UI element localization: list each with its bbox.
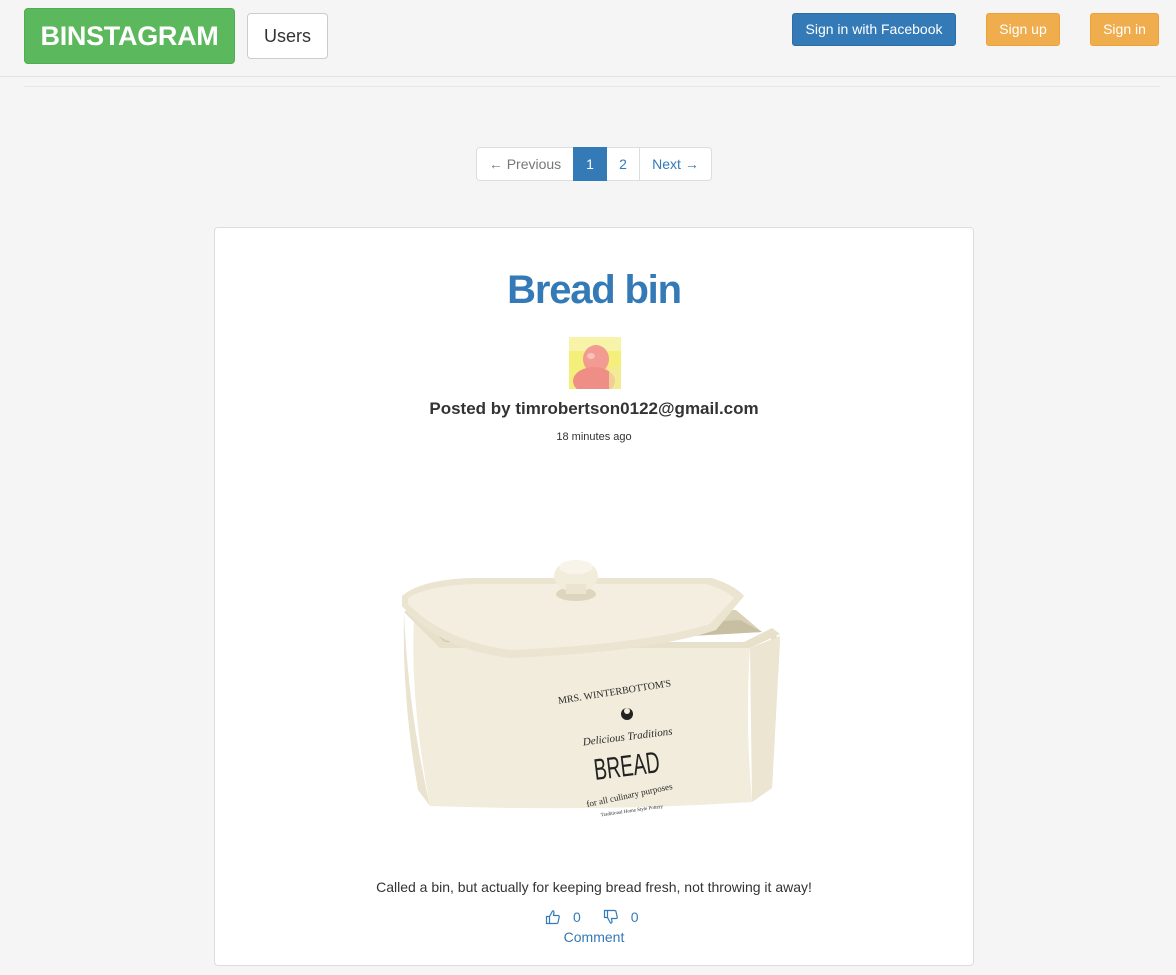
like-button[interactable]: 0 [545,909,581,925]
sign-up-button[interactable]: Sign up [986,13,1060,46]
next-page-link[interactable]: Next → [639,147,712,181]
vote-controls: 0 0 [545,907,639,927]
previous-page-link[interactable]: ← Previous [476,147,574,181]
post-caption: Called a bin, but actually for keeping b… [376,879,812,895]
avatar[interactable] [569,337,621,389]
page-1-link[interactable]: 1 [573,147,607,181]
sign-in-button[interactable]: Sign in [1090,13,1159,46]
comment-link[interactable]: Comment [215,927,973,947]
bread-bin-image: MRS. WINTERBOTTOM'S Delicious Traditions… [402,560,780,818]
post-image: MRS. WINTERBOTTOM'S Delicious Traditions… [400,550,785,822]
divider [24,86,1160,87]
posted-time: 18 minutes ago [556,431,632,443]
thumbs-down-icon [603,909,618,924]
pagination: ← Previous 1 2 Next → [476,147,712,181]
avatar-image [569,337,621,389]
dislike-count: 0 [630,909,639,925]
page-2-link[interactable]: 2 [606,147,640,181]
thumbs-up-icon [545,910,560,925]
post-title[interactable]: Bread bin [215,265,973,315]
brand-button[interactable]: BINSTAGRAM [24,8,235,64]
navbar: BINSTAGRAM Users Sign in with Facebook S… [0,0,1176,77]
dislike-button[interactable]: 0 [603,909,639,925]
posted-by: Posted by timrobertson0122@gmail.com [429,399,759,418]
post-card: Bread bin Posted by timrobertson0122@gma… [214,227,974,966]
like-count: 0 [573,909,581,925]
users-button[interactable]: Users [247,13,328,59]
sign-in-facebook-button[interactable]: Sign in with Facebook [792,13,956,46]
